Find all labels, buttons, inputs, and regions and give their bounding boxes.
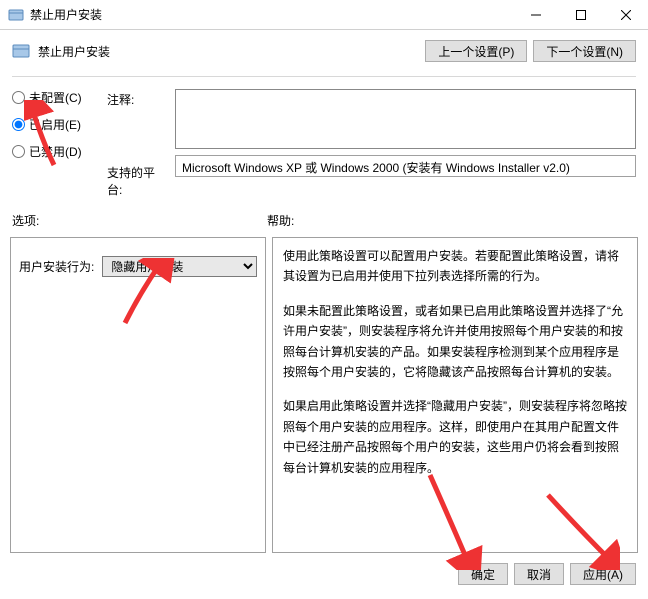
- radio-enabled-label: 已启用(E): [29, 116, 81, 133]
- window-controls: [513, 0, 648, 30]
- config-area: 未配置(C) 已启用(E) 已禁用(D) 注释: 支持的平台: Microsof…: [0, 81, 648, 202]
- radio-enabled[interactable]: 已启用(E): [12, 116, 97, 133]
- titlebar: 禁止用户安装: [0, 0, 648, 30]
- ok-button[interactable]: 确定: [458, 563, 508, 585]
- radio-disabled[interactable]: 已禁用(D): [12, 143, 97, 160]
- radio-disabled-label: 已禁用(D): [29, 143, 82, 160]
- options-label: 选项:: [12, 212, 267, 229]
- policy-icon: [12, 42, 30, 60]
- help-paragraph: 如果启用此策略设置并选择“隐藏用户安装”，则安装程序将忽略按照每个用户安装的应用…: [283, 396, 627, 478]
- apply-button[interactable]: 应用(A): [570, 563, 636, 585]
- next-setting-button[interactable]: 下一个设置(N): [533, 40, 636, 62]
- help-paragraph: 如果未配置此策略设置，或者如果已启用此策略设置并选择了“允许用户安装”，则安装程…: [283, 301, 627, 383]
- divider: [12, 76, 636, 77]
- prev-setting-button[interactable]: 上一个设置(P): [425, 40, 527, 62]
- header-title: 禁止用户安装: [38, 43, 425, 60]
- lower-panels: 用户安装行为: 隐藏用户安装 使用此策略设置可以配置用户安装。若要配置此策略设置…: [0, 231, 648, 553]
- help-paragraph: 使用此策略设置可以配置用户安装。若要配置此策略设置，请将其设置为已启用并使用下拉…: [283, 246, 627, 287]
- radio-enabled-input[interactable]: [12, 118, 25, 131]
- app-icon: [8, 7, 24, 23]
- radio-not-configured[interactable]: 未配置(C): [12, 89, 97, 106]
- comment-textarea[interactable]: [175, 89, 636, 149]
- maximize-button[interactable]: [558, 0, 603, 30]
- platform-field: Microsoft Windows XP 或 Windows 2000 (安装有…: [175, 155, 636, 177]
- radio-not-configured-label: 未配置(C): [29, 89, 82, 106]
- behavior-label: 用户安装行为:: [19, 258, 94, 275]
- radio-not-configured-input[interactable]: [12, 91, 25, 104]
- section-labels: 选项: 帮助:: [0, 202, 648, 231]
- close-button[interactable]: [603, 0, 648, 30]
- radio-disabled-input[interactable]: [12, 145, 25, 158]
- behavior-dropdown[interactable]: 隐藏用户安装: [102, 256, 257, 277]
- help-panel[interactable]: 使用此策略设置可以配置用户安装。若要配置此策略设置，请将其设置为已启用并使用下拉…: [272, 237, 638, 553]
- cancel-button[interactable]: 取消: [514, 563, 564, 585]
- state-radio-group: 未配置(C) 已启用(E) 已禁用(D): [12, 89, 97, 198]
- help-label: 帮助:: [267, 212, 294, 229]
- comment-label: 注释:: [107, 91, 165, 108]
- window-title: 禁止用户安装: [30, 6, 513, 23]
- platform-label: 支持的平台:: [107, 164, 165, 198]
- header-row: 禁止用户安装 上一个设置(P) 下一个设置(N): [0, 30, 648, 72]
- minimize-button[interactable]: [513, 0, 558, 30]
- options-panel: 用户安装行为: 隐藏用户安装: [10, 237, 266, 553]
- footer: 确定 取消 应用(A): [0, 553, 648, 595]
